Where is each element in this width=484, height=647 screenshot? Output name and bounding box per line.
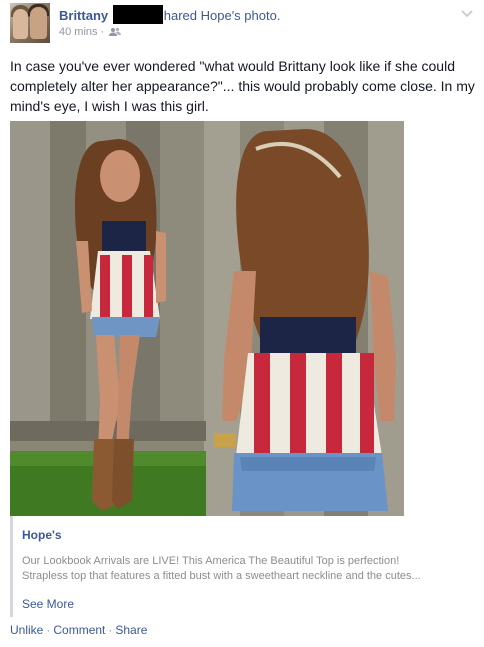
- chevron-down-icon[interactable]: [460, 6, 474, 18]
- friends-icon[interactable]: [109, 27, 122, 40]
- timestamp[interactable]: 40 mins: [59, 26, 98, 38]
- share-link[interactable]: Share: [115, 623, 147, 637]
- link-description: Our Lookbook Arrivals are LIVE! This Ame…: [22, 554, 472, 584]
- see-more-link[interactable]: See More: [22, 597, 74, 611]
- comment-link[interactable]: Comment: [53, 623, 105, 637]
- share-action-text[interactable]: hared Hope's photo.: [164, 8, 281, 23]
- action-separator: ·: [108, 623, 113, 637]
- link-title[interactable]: Hope's: [22, 528, 62, 542]
- post-meta: 40 mins ·: [59, 26, 122, 40]
- link-preview-card[interactable]: Hope's Our Lookbook Arrivals are LIVE! T…: [10, 516, 474, 617]
- post-actions: Unlike · Comment · Share: [10, 623, 147, 637]
- author-name[interactable]: Brittany: [59, 8, 108, 23]
- meta-separator: ·: [100, 26, 105, 38]
- feed-post: Brittany hared Hope's photo. 40 mins · I…: [0, 0, 484, 647]
- action-separator: ·: [46, 623, 51, 637]
- link-description-line-2: Strapless top that features a fitted bus…: [22, 570, 421, 582]
- post-text: In case you've ever wondered "what would…: [10, 58, 475, 114]
- post-photo[interactable]: [10, 121, 404, 516]
- avatar[interactable]: [10, 3, 50, 43]
- link-description-line-1: Our Lookbook Arrivals are LIVE! This Ame…: [22, 555, 400, 567]
- unlike-link[interactable]: Unlike: [10, 623, 43, 637]
- redacted-name-block: [112, 5, 163, 24]
- post-header: Brittany hared Hope's photo.: [59, 5, 280, 24]
